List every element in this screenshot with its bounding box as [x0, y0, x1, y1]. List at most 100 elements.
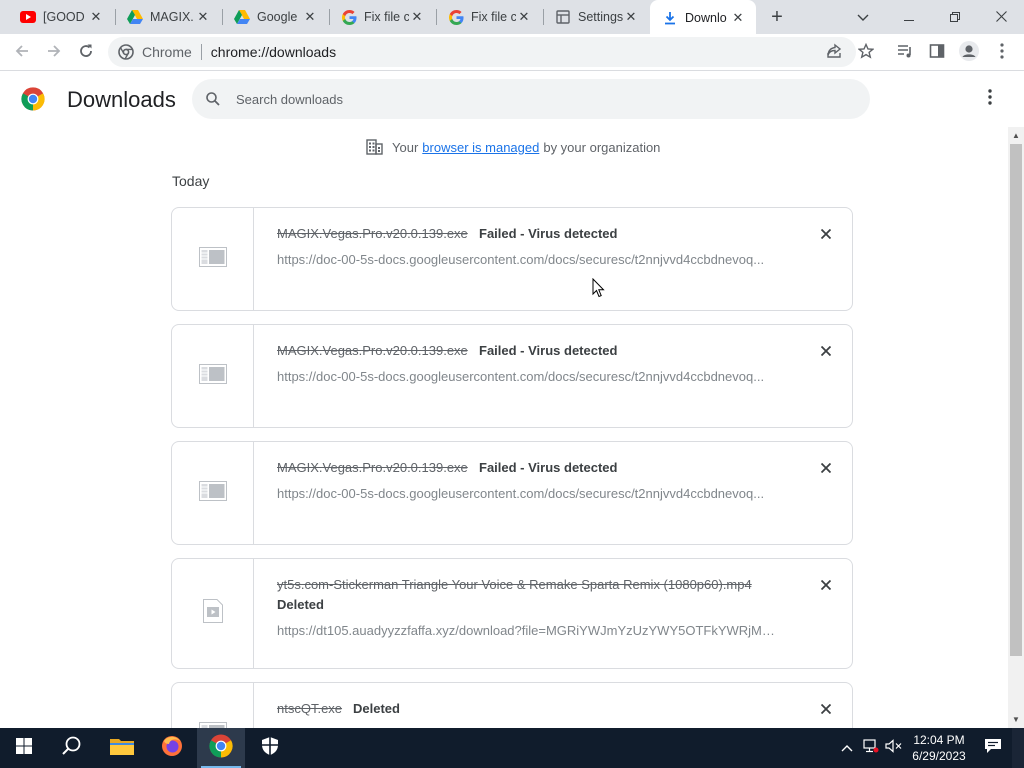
download-status: Deleted — [353, 701, 400, 716]
taskbar-search-button[interactable] — [48, 728, 96, 768]
scrollbar-thumb[interactable] — [1010, 144, 1022, 656]
tab-drive-magix[interactable]: MAGIX. ✕ — [115, 0, 221, 34]
chrome-taskbar-button[interactable] — [197, 728, 245, 768]
minimize-button[interactable] — [886, 0, 932, 34]
managed-notice: Your browser is managed by your organiza… — [366, 139, 660, 155]
managed-suffix: by your organization — [543, 139, 661, 155]
close-tab-icon[interactable]: ✕ — [409, 9, 425, 25]
page-scrollbar[interactable]: ▲ ▼ — [1008, 127, 1024, 728]
chrome-logo-icon — [21, 87, 45, 116]
download-item: MAGIX.Vegas.Pro.v20.0.139.exe Failed - V… — [171, 324, 853, 428]
share-button[interactable] — [820, 39, 848, 67]
notifications-button[interactable] — [980, 728, 1006, 768]
folder-icon — [110, 736, 134, 761]
tab-youtube[interactable]: [GOOD ✕ — [8, 0, 114, 34]
restore-button[interactable] — [932, 0, 978, 34]
new-tab-button[interactable]: + — [766, 6, 788, 28]
download-source-url[interactable]: https://doc-00-5s-docs.googleusercontent… — [277, 252, 777, 267]
reload-icon — [78, 43, 94, 64]
tab-title: Fix file c — [471, 10, 516, 24]
remove-download-button[interactable] — [818, 343, 834, 359]
close-tab-icon[interactable]: ✕ — [302, 9, 318, 25]
tab-downloads[interactable]: Downlo ✕ — [650, 0, 756, 36]
tab-fix-file-2[interactable]: Fix file c ✕ — [436, 0, 542, 34]
forward-button[interactable] — [40, 39, 68, 67]
minimize-icon — [904, 9, 914, 25]
search-downloads[interactable] — [192, 79, 870, 119]
download-source-url[interactable]: https://doc-00-5s-docs.googleusercontent… — [277, 369, 777, 384]
speaker-muted-icon — [885, 738, 903, 758]
show-hidden-icons-button[interactable] — [838, 728, 856, 768]
shield-icon — [261, 736, 279, 761]
chrome-site-icon — [118, 44, 134, 60]
file-explorer-button[interactable] — [98, 728, 146, 768]
firefox-button[interactable] — [148, 728, 196, 768]
file-icon-container — [172, 559, 254, 668]
back-button[interactable] — [8, 39, 36, 67]
site-label: Chrome — [142, 44, 192, 60]
more-vert-icon — [988, 88, 992, 110]
close-tab-icon[interactable]: ✕ — [88, 9, 104, 25]
tab-title: [GOOD — [43, 10, 85, 24]
close-tab-icon[interactable]: ✕ — [623, 9, 639, 25]
download-filename[interactable]: MAGIX.Vegas.Pro.v20.0.139.exe — [277, 343, 468, 358]
date-section-title: Today — [172, 173, 210, 189]
tab-search-button[interactable] — [840, 0, 886, 34]
windows-logo-icon — [16, 737, 32, 759]
security-taskbar-button[interactable] — [246, 728, 294, 768]
remove-download-button[interactable] — [818, 460, 834, 476]
scroll-up-icon[interactable]: ▲ — [1012, 131, 1020, 140]
tab-title: Settings — [578, 10, 623, 24]
remove-download-button[interactable] — [818, 701, 834, 717]
google-icon — [448, 9, 464, 25]
remove-download-button[interactable] — [818, 577, 834, 593]
download-source-url[interactable]: https://doc-00-5s-docs.googleusercontent… — [277, 486, 777, 501]
close-tab-icon[interactable]: ✕ — [730, 10, 746, 26]
scroll-down-icon[interactable]: ▼ — [1012, 715, 1020, 724]
settings-icon — [555, 9, 571, 25]
file-icon-container — [172, 325, 254, 427]
browser-managed-link[interactable]: browser is managed — [422, 140, 539, 155]
volume-button[interactable] — [884, 728, 904, 768]
page-title: Downloads — [67, 87, 176, 112]
file-icon — [198, 363, 227, 389]
downloads-header: Downloads — [0, 71, 1024, 127]
download-filename[interactable]: yt5s.com-Stickerman Triangle Your Voice … — [277, 577, 752, 592]
download-filename[interactable]: ntscQT.exe — [277, 701, 342, 716]
side-panel-button[interactable] — [923, 39, 951, 67]
chevron-up-icon — [841, 739, 853, 757]
tab-drive-google[interactable]: Google ✕ — [222, 0, 328, 34]
remove-download-button[interactable] — [818, 226, 834, 242]
profile-button[interactable] — [955, 39, 983, 67]
downloads-menu-button[interactable] — [979, 87, 1001, 111]
download-status: Deleted — [277, 597, 324, 612]
tab-settings[interactable]: Settings ✕ — [543, 0, 649, 34]
close-tab-icon[interactable]: ✕ — [195, 9, 211, 25]
media-controls-button[interactable] — [891, 39, 919, 67]
download-filename[interactable]: MAGIX.Vegas.Pro.v20.0.139.exe — [277, 226, 468, 241]
bookmark-button[interactable] — [852, 39, 880, 67]
video-file-icon — [202, 599, 223, 628]
chrome-menu-button[interactable] — [988, 39, 1016, 67]
download-filename[interactable]: MAGIX.Vegas.Pro.v20.0.139.exe — [277, 460, 468, 475]
restore-icon — [950, 9, 960, 25]
close-tab-icon[interactable]: ✕ — [516, 9, 532, 25]
search-input[interactable] — [236, 91, 836, 107]
downloads-list: Your browser is managed by your organiza… — [0, 127, 1008, 728]
download-item: MAGIX.Vegas.Pro.v20.0.139.exe Failed - V… — [171, 207, 853, 311]
url-text[interactable]: chrome://downloads — [211, 44, 336, 60]
start-button[interactable] — [0, 728, 48, 768]
show-desktop-button[interactable] — [1012, 728, 1024, 768]
network-button[interactable] — [861, 728, 881, 768]
notification-icon — [984, 738, 1002, 759]
close-window-button[interactable] — [978, 0, 1024, 34]
reload-button[interactable] — [72, 39, 100, 67]
download-item: MAGIX.Vegas.Pro.v20.0.139.exe Failed - V… — [171, 441, 853, 545]
search-icon — [62, 736, 82, 761]
address-bar[interactable]: Chrome chrome://downloads — [108, 37, 856, 67]
tab-fix-file-1[interactable]: Fix file c ✕ — [329, 0, 435, 34]
download-source-url[interactable]: https://dt105.auadyyzzfaffa.xyz/download… — [277, 623, 777, 638]
taskbar-clock[interactable]: 12:04 PM 6/29/2023 — [906, 732, 972, 764]
avatar-icon — [959, 40, 979, 66]
share-icon — [826, 43, 842, 64]
